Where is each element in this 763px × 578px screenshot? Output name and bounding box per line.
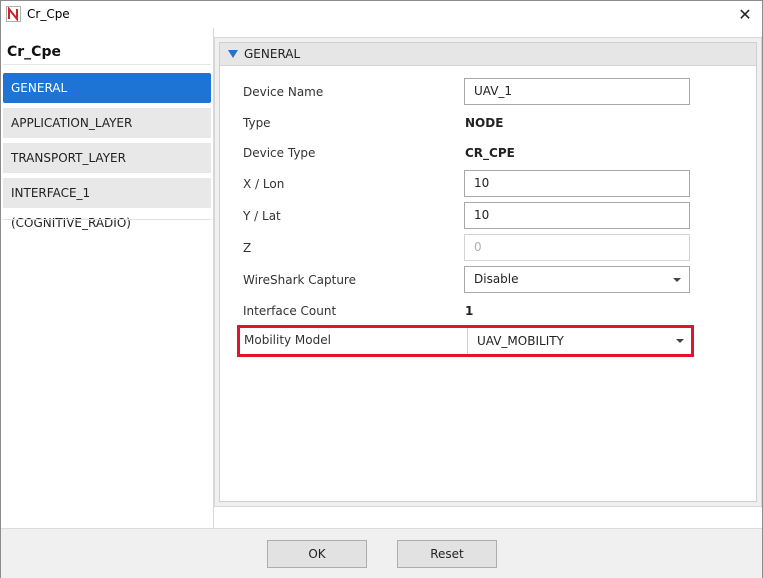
- reset-button[interactable]: Reset: [397, 540, 497, 568]
- chevron-down-icon: [676, 339, 684, 343]
- field-type: Type NODE: [220, 109, 756, 137]
- properties-panel: GENERAL Device Name UAV_1 Type NODE Devi…: [214, 37, 762, 507]
- field-label: Type: [243, 116, 271, 130]
- field-label: WireShark Capture: [243, 273, 356, 287]
- device-type-value: CR_CPE: [465, 146, 515, 160]
- nav-item-transport-layer[interactable]: TRANSPORT_LAYER: [3, 143, 211, 173]
- divider: [3, 219, 211, 220]
- section-header-general[interactable]: GENERAL: [220, 43, 756, 66]
- layer-nav-list: GENERAL APPLICATION_LAYER TRANSPORT_LAYE…: [3, 73, 211, 230]
- netsim-logo-icon: [6, 6, 21, 22]
- field-y-lat: Y / Lat 10: [220, 202, 756, 230]
- field-label: X / Lon: [243, 177, 285, 191]
- field-label: Z: [243, 241, 252, 255]
- ok-button[interactable]: OK: [267, 540, 367, 568]
- select-value: Disable: [474, 272, 519, 286]
- dialog-footer: OK Reset: [1, 528, 762, 578]
- mobility-model-select[interactable]: UAV_MOBILITY: [468, 328, 691, 354]
- field-label: Y / Lat: [243, 209, 281, 223]
- select-value: UAV_MOBILITY: [477, 334, 564, 348]
- interface-count-value: 1: [465, 304, 474, 318]
- wireshark-capture-select[interactable]: Disable: [464, 266, 690, 293]
- properties-dialog: Cr_Cpe ✕ Cr_Cpe GENERAL APPLICATION_LAYE…: [0, 0, 763, 578]
- field-device-name: Device Name UAV_1: [220, 78, 756, 106]
- z-input: 0: [464, 234, 690, 261]
- field-interface-count: Interface Count 1: [220, 297, 756, 325]
- chevron-down-icon: [673, 278, 681, 282]
- mobility-model-highlight: Mobility Model UAV_MOBILITY: [237, 325, 694, 357]
- field-label: Device Type: [243, 146, 316, 160]
- collapse-triangle-icon[interactable]: [228, 50, 238, 58]
- left-panel: Cr_Cpe GENERAL APPLICATION_LAYER TRANSPO…: [1, 28, 214, 528]
- close-icon[interactable]: ✕: [728, 1, 762, 28]
- divider: [3, 64, 211, 65]
- x-lon-input[interactable]: 10: [464, 170, 690, 197]
- window-title: Cr_Cpe: [27, 7, 70, 21]
- device-title: Cr_Cpe: [7, 44, 61, 60]
- field-label: Device Name: [243, 85, 324, 99]
- field-wireshark-capture: WireShark Capture Disable: [220, 266, 756, 294]
- field-device-type: Device Type CR_CPE: [220, 139, 756, 167]
- dialog-body: Cr_Cpe GENERAL APPLICATION_LAYER TRANSPO…: [1, 28, 762, 528]
- y-lat-input[interactable]: 10: [464, 202, 690, 229]
- nav-item-general[interactable]: GENERAL: [3, 73, 211, 103]
- nav-item-application-layer[interactable]: APPLICATION_LAYER: [3, 108, 211, 138]
- type-value: NODE: [465, 116, 504, 130]
- nav-item-interface-1[interactable]: INTERFACE_1 (COGNITIVE_RADIO): [3, 178, 211, 230]
- section-title: GENERAL: [244, 47, 301, 61]
- field-z: Z 0: [220, 234, 756, 262]
- field-x-lon: X / Lon 10: [220, 170, 756, 198]
- field-label: Interface Count: [243, 304, 337, 318]
- device-name-input[interactable]: UAV_1: [464, 78, 690, 105]
- field-label: Mobility Model: [244, 333, 331, 347]
- general-section: GENERAL Device Name UAV_1 Type NODE Devi…: [219, 42, 757, 502]
- title-bar: Cr_Cpe ✕: [1, 1, 762, 28]
